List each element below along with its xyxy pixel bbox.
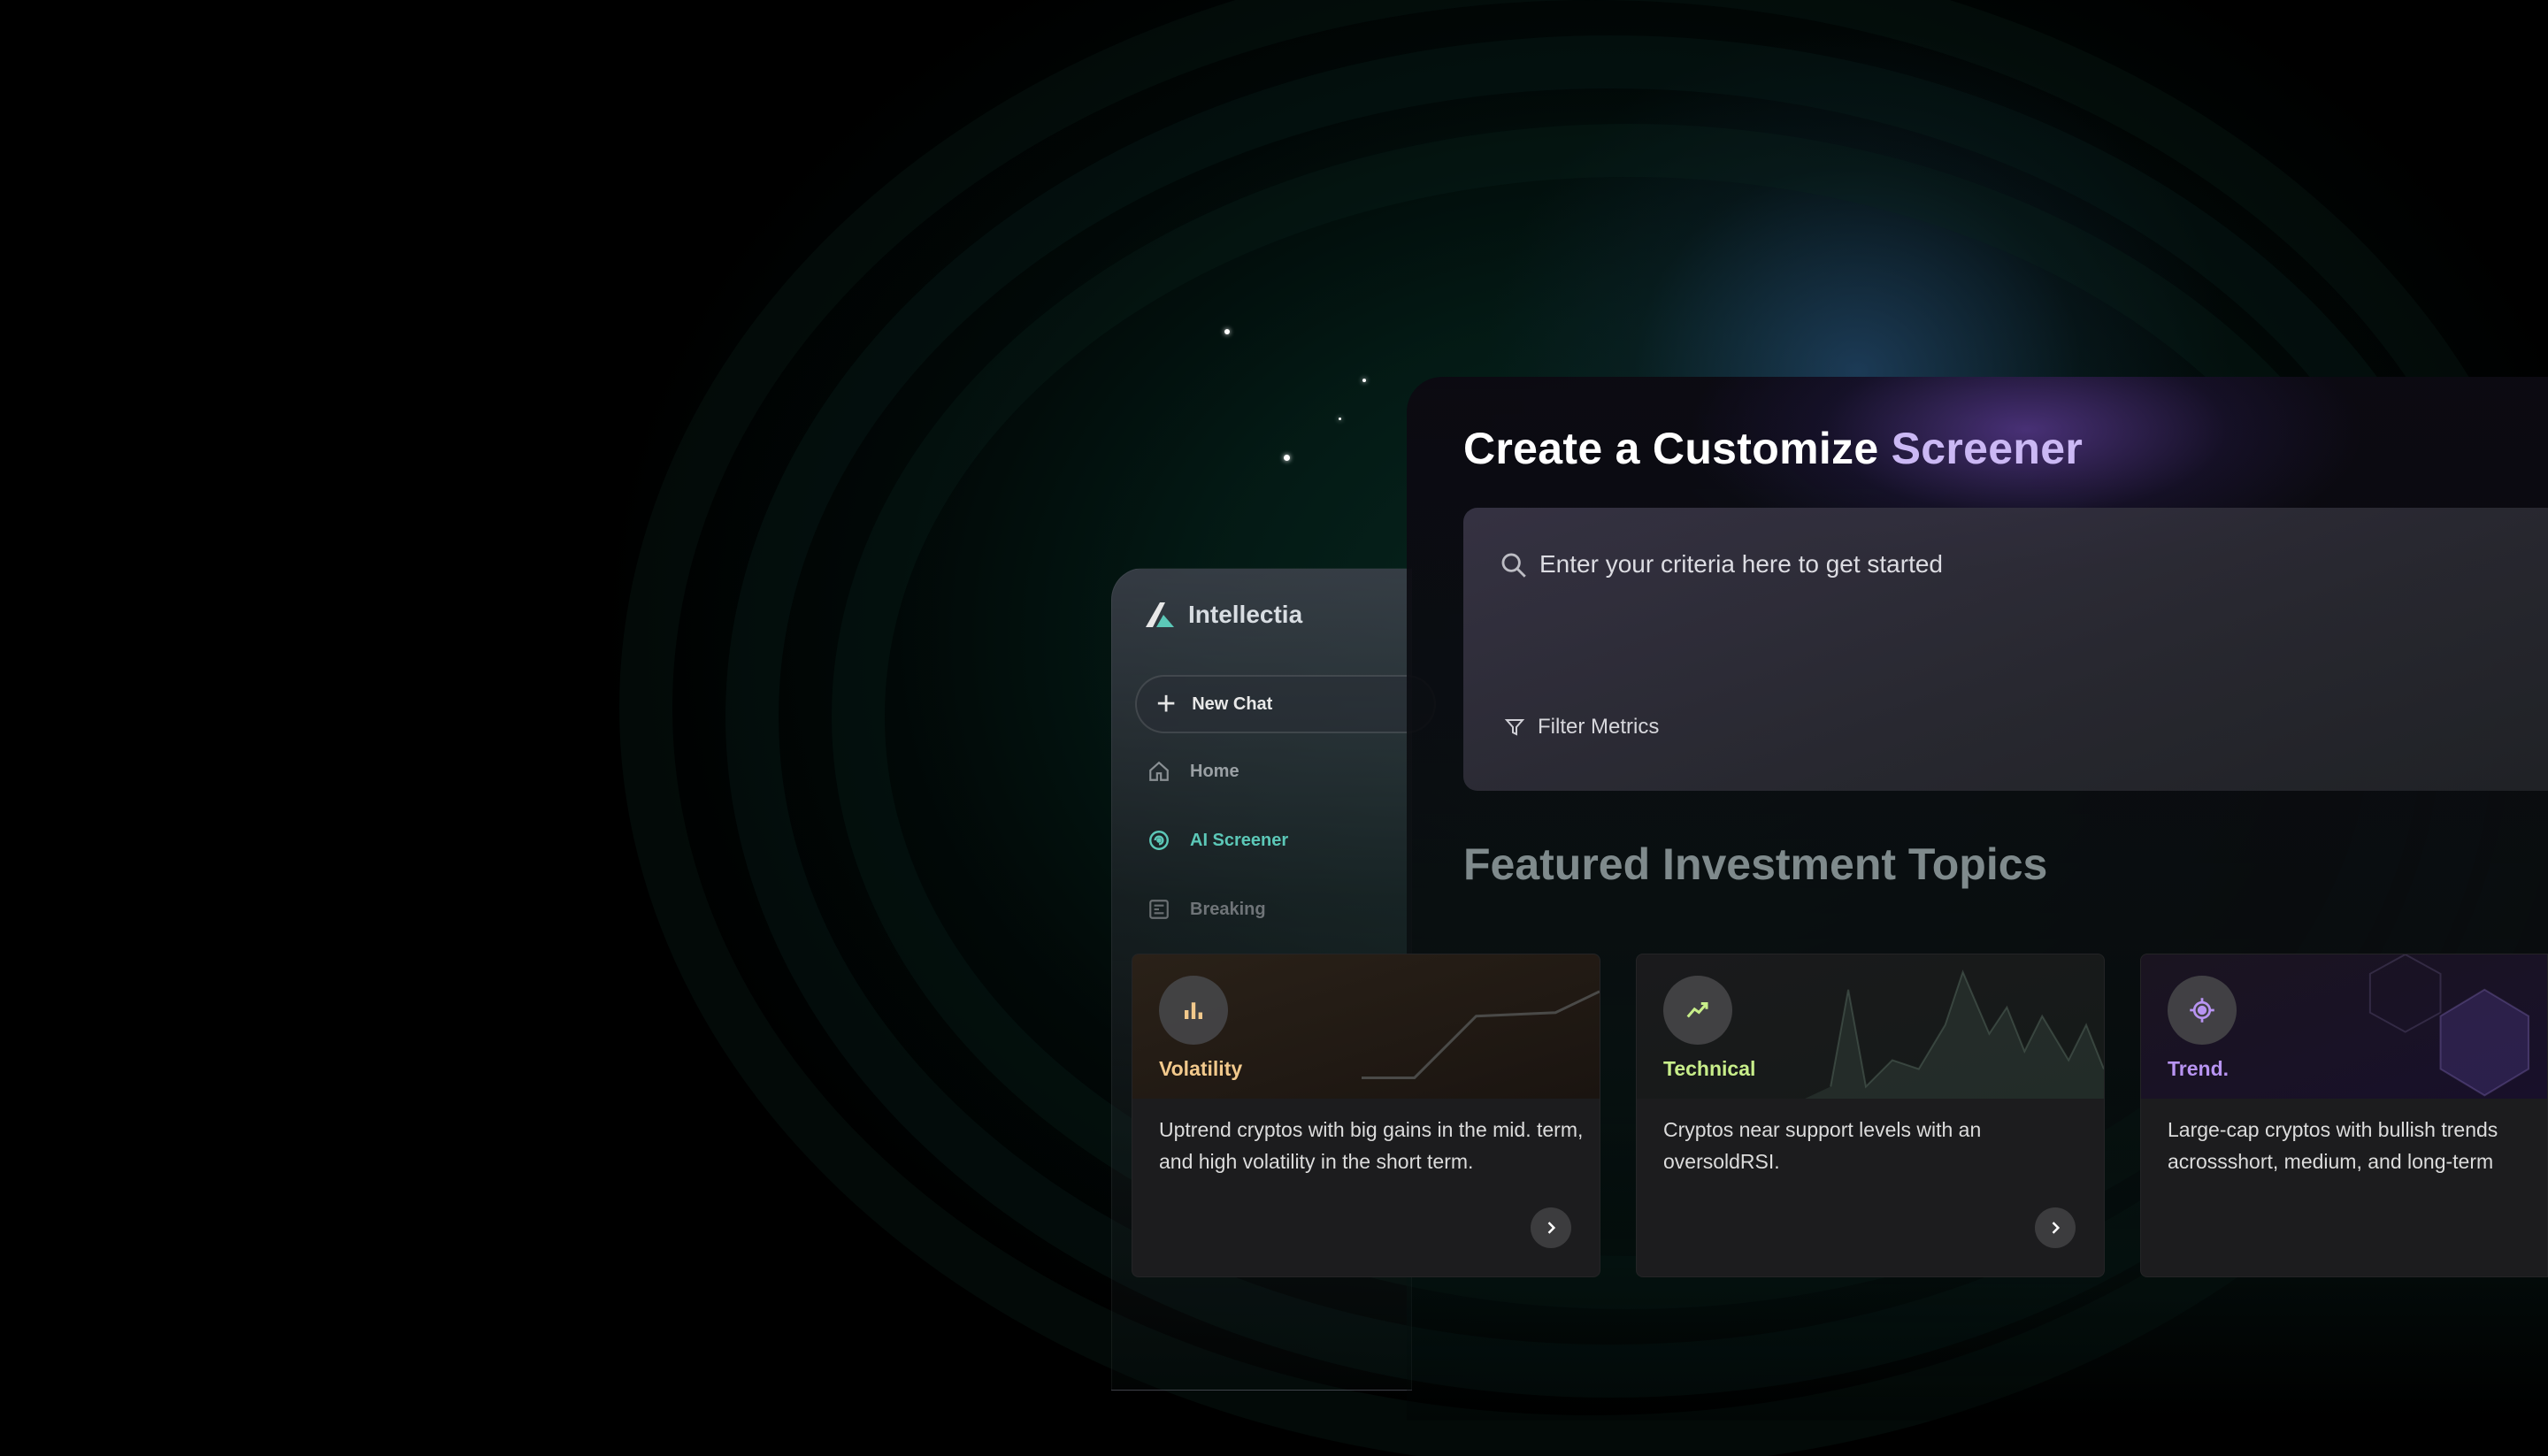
intellectia-logo-icon	[1144, 601, 1176, 629]
sparkle	[1224, 329, 1230, 334]
topic-card-volatility[interactable]: Volatility Uptrend cryptos with big gain…	[1132, 954, 1600, 1277]
search-box[interactable]: Filter Metrics	[1463, 508, 2548, 791]
chevron-right-icon	[2052, 1222, 2061, 1234]
card-title: Volatility	[1159, 1057, 1243, 1080]
screener-icon	[1149, 831, 1169, 850]
bar-chart-icon	[1185, 1002, 1202, 1019]
filter-metrics-label: Filter Metrics	[1538, 715, 1660, 739]
sidebar-item-ai-screener[interactable]: AI Screener	[1147, 829, 1288, 852]
news-icon	[1149, 900, 1169, 919]
filter-metrics-button[interactable]: Filter Metrics	[1504, 715, 1659, 739]
plus-icon: +	[1156, 686, 1177, 723]
new-chat-label: New Chat	[1192, 694, 1273, 714]
section-title: Featured Investment Topics	[1463, 839, 2048, 889]
page-title-part: Create a Customize	[1463, 424, 1879, 473]
topic-card-trend[interactable]: Trend. Large-cap cryptos with bullish tr…	[2140, 954, 2548, 1277]
sidebar-item-label: Breaking	[1190, 899, 1266, 919]
new-chat-button[interactable]: + New Chat	[1135, 675, 1436, 733]
sidebar-item-label: Home	[1190, 761, 1239, 781]
app-stage: Intellectia + New Chat Home AI Screener	[0, 0, 2548, 1456]
target-icon	[2190, 998, 2214, 1023]
page-title: Create a Customize Screener	[1463, 423, 2083, 474]
sidebar-item-label: AI Screener	[1190, 830, 1289, 850]
sparkle	[1362, 379, 1366, 382]
card-header: Trend.	[2141, 954, 2547, 1100]
card-title: Trend.	[2168, 1057, 2230, 1080]
card-header: Volatility	[1132, 954, 1600, 1100]
card-title: Technical	[1663, 1057, 1756, 1080]
trend-icon	[1686, 1002, 1708, 1018]
home-icon	[1149, 761, 1169, 781]
brand[interactable]: Intellectia	[1144, 601, 1302, 629]
sidebar-item-breaking[interactable]: Breaking	[1147, 898, 1266, 921]
card-open-button[interactable]	[2035, 1207, 2076, 1248]
sparkle	[1284, 455, 1290, 461]
card-icon-badge	[1159, 976, 1228, 1045]
card-description: Uptrend cryptos with big gains in the mi…	[1159, 1118, 1584, 1173]
card-description: Cryptos near support levels with an over…	[1663, 1118, 1982, 1173]
card-icon-badge	[1663, 976, 1732, 1045]
topic-card-technical[interactable]: Technical Cryptos near support levels wi…	[1636, 954, 2105, 1277]
card-icon-badge	[2168, 976, 2237, 1045]
sidebar-item-home[interactable]: Home	[1147, 760, 1239, 783]
search-icon	[1501, 553, 1526, 578]
page-title-highlight: Screener	[1891, 424, 2084, 473]
sparkle	[1339, 418, 1341, 420]
card-open-button[interactable]	[1531, 1207, 1571, 1248]
chevron-right-icon	[1547, 1222, 1556, 1234]
search-input[interactable]	[1539, 543, 2336, 586]
filter-icon	[1504, 719, 1525, 736]
brand-name: Intellectia	[1188, 601, 1303, 628]
card-header: Technical	[1637, 954, 2104, 1100]
card-description: Large-cap cryptos with bullish trends ac…	[2168, 1118, 2498, 1173]
